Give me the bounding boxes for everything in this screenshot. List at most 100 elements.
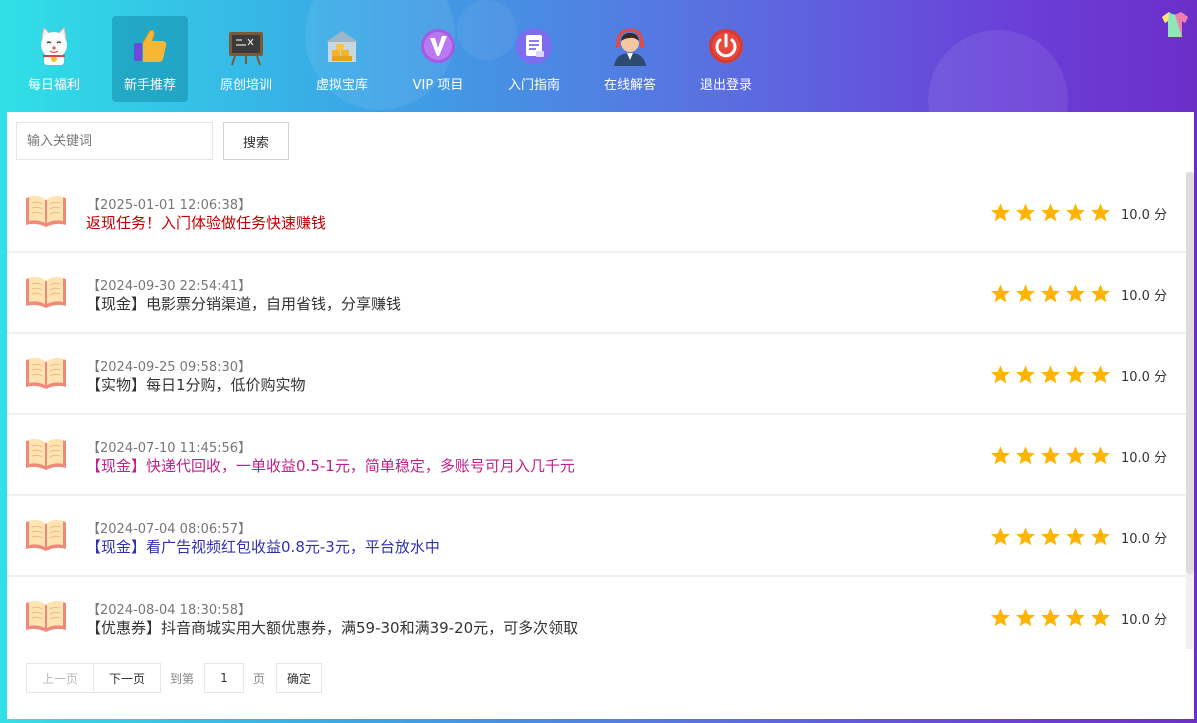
thumbs-up-icon	[134, 29, 167, 62]
page-unit-label: 页	[253, 672, 266, 686]
item-title-link[interactable]: 【实物】每日1分购，低价购实物	[86, 374, 306, 395]
item-title-link[interactable]: 【现金】看广告视频红包收益0.8元-3元，平台放水中	[86, 536, 440, 557]
item-title-link[interactable]: 返现任务！入门体验做任务快速赚钱	[86, 212, 326, 233]
list-item[interactable]: 【2024-07-04 08:06:57】 【现金】看广告视频红包收益0.8元-3…	[7, 496, 1186, 575]
rating-stars	[990, 202, 1110, 224]
content-panel: 搜索 【2025-01-01 12:06:38】返现任务！入门体验做任务快速赚钱…	[7, 112, 1194, 719]
star-icon	[991, 527, 1010, 546]
tshirt-icon[interactable]	[1160, 10, 1190, 38]
star-icon	[1041, 608, 1060, 627]
goto-label: 到第	[170, 672, 195, 686]
open-book-icon	[26, 276, 66, 308]
power-icon	[709, 29, 743, 63]
star-icon	[991, 608, 1010, 627]
nav-item-original-training[interactable]: 原创培训	[208, 16, 284, 102]
rating-stars	[990, 445, 1110, 467]
nav-label: 新手推荐	[123, 78, 176, 93]
item-score: 10.0 分	[1121, 208, 1168, 223]
list-item[interactable]: 【2025-01-01 12:06:38】 返现任务！入门体验做任务快速赚钱 10.…	[7, 172, 1186, 251]
scrollbar[interactable]	[1186, 172, 1194, 574]
star-icon	[1066, 365, 1085, 384]
star-icon	[1091, 527, 1110, 546]
nav-label: 退出登录	[699, 78, 752, 93]
item-date: 【2024-07-04 08:06:57】	[87, 522, 252, 537]
star-icon	[1041, 203, 1060, 222]
lucky-cat-icon	[41, 26, 67, 65]
open-book-icon	[26, 357, 66, 389]
star-icon	[1041, 284, 1060, 303]
next-page-button[interactable]: 下一页	[93, 663, 161, 693]
rating-stars	[990, 526, 1110, 548]
item-date: 【2024-08-04 18:30:58】	[87, 603, 252, 618]
star-icon	[1066, 608, 1085, 627]
star-icon	[1066, 446, 1085, 465]
star-icon	[1091, 446, 1110, 465]
star-icon	[1016, 284, 1035, 303]
blackboard-icon	[229, 32, 263, 66]
support-agent-icon	[614, 28, 646, 66]
list-item[interactable]: 【2024-08-04 18:30:58】 【优惠券】抖音商城实用大额优惠券，满5…	[7, 577, 1186, 656]
treasure-house-icon	[326, 31, 358, 62]
nav-item-daily-welfare[interactable]: 每日福利	[16, 16, 92, 102]
nav-item-online-answers[interactable]: 在线解答	[592, 16, 668, 102]
star-icon	[1016, 527, 1035, 546]
search-input[interactable]	[16, 122, 213, 160]
item-date: 【2024-09-30 22:54:41】	[87, 279, 252, 294]
list-item[interactable]: 【2024-07-10 11:45:56】 【现金】快递代回收，一单收益0.5-1…	[7, 415, 1186, 494]
open-book-icon	[26, 195, 66, 227]
item-score: 10.0 分	[1121, 451, 1168, 466]
nav-label: 在线解答	[603, 78, 656, 93]
star-icon	[1091, 203, 1110, 222]
star-icon	[991, 284, 1010, 303]
star-icon	[1016, 203, 1035, 222]
rating-stars	[990, 283, 1110, 305]
star-icon	[1091, 365, 1110, 384]
star-icon	[1066, 527, 1085, 546]
item-score: 10.0 分	[1121, 532, 1168, 547]
star-icon	[1066, 284, 1085, 303]
star-icon	[1091, 608, 1110, 627]
item-date: 【2024-07-10 11:45:56】	[87, 441, 252, 456]
item-title-link[interactable]: 【现金】快递代回收，一单收益0.5-1元，简单稳定，多账号可月入几千元	[86, 455, 575, 476]
star-icon	[1016, 365, 1035, 384]
open-book-icon	[26, 438, 66, 470]
open-book-icon	[26, 519, 66, 551]
nav-label: 原创培训	[219, 78, 272, 93]
item-score: 10.0 分	[1121, 289, 1168, 304]
rating-stars	[990, 364, 1110, 386]
star-icon	[1016, 608, 1035, 627]
list-item[interactable]: 【2024-09-25 09:58:30】 【实物】每日1分购，低价购实物 10.0…	[7, 334, 1186, 413]
nav-item-logout[interactable]: 退出登录	[688, 16, 764, 102]
star-icon	[991, 365, 1010, 384]
star-icon	[1091, 284, 1110, 303]
nav-item-vip-projects[interactable]: VIP 项目	[400, 16, 476, 102]
star-icon	[991, 446, 1010, 465]
confirm-page-button[interactable]: 确定	[276, 663, 322, 693]
nav-item-newbie-recommend[interactable]: 新手推荐	[112, 16, 188, 102]
list-item[interactable]: 【2024-09-30 22:54:41】 【现金】电影票分销渠道，自用省钱，分享…	[7, 253, 1186, 332]
top-navigation: 每日福利 新手推荐 原创培训 虚拟宝库 VIP 项目 入门指南 在线解答 退出登…	[0, 0, 1197, 112]
star-icon	[1041, 365, 1060, 384]
nav-label: VIP 项目	[412, 78, 464, 93]
item-score: 10.0 分	[1121, 370, 1168, 385]
rating-stars	[990, 607, 1110, 629]
nav-item-getting-started[interactable]: 入门指南	[496, 16, 572, 102]
nav-label: 入门指南	[507, 78, 560, 93]
nav-item-virtual-treasury[interactable]: 虚拟宝库	[304, 16, 380, 102]
nav-label: 虚拟宝库	[315, 78, 368, 93]
search-bar: 搜索	[7, 112, 1194, 172]
page-number-input[interactable]	[204, 663, 244, 693]
search-button[interactable]: 搜索	[223, 122, 289, 160]
item-date: 【2024-09-25 09:58:30】	[87, 360, 252, 375]
nav-label: 每日福利	[27, 78, 80, 93]
prev-page-button[interactable]: 上一页	[26, 663, 94, 693]
document-icon	[516, 28, 552, 64]
item-score: 10.0 分	[1121, 613, 1168, 628]
pagination: 上一页 下一页 到第 页 确定	[7, 649, 1194, 719]
item-title-link[interactable]: 【现金】电影票分销渠道，自用省钱，分享赚钱	[86, 293, 401, 314]
item-date: 【2025-01-01 12:06:38】	[87, 198, 252, 213]
vip-icon	[421, 29, 455, 63]
star-icon	[1066, 203, 1085, 222]
star-icon	[1016, 446, 1035, 465]
item-title-link[interactable]: 【优惠券】抖音商城实用大额优惠券，满59-30和满39-20元，可多次领取	[86, 617, 578, 638]
